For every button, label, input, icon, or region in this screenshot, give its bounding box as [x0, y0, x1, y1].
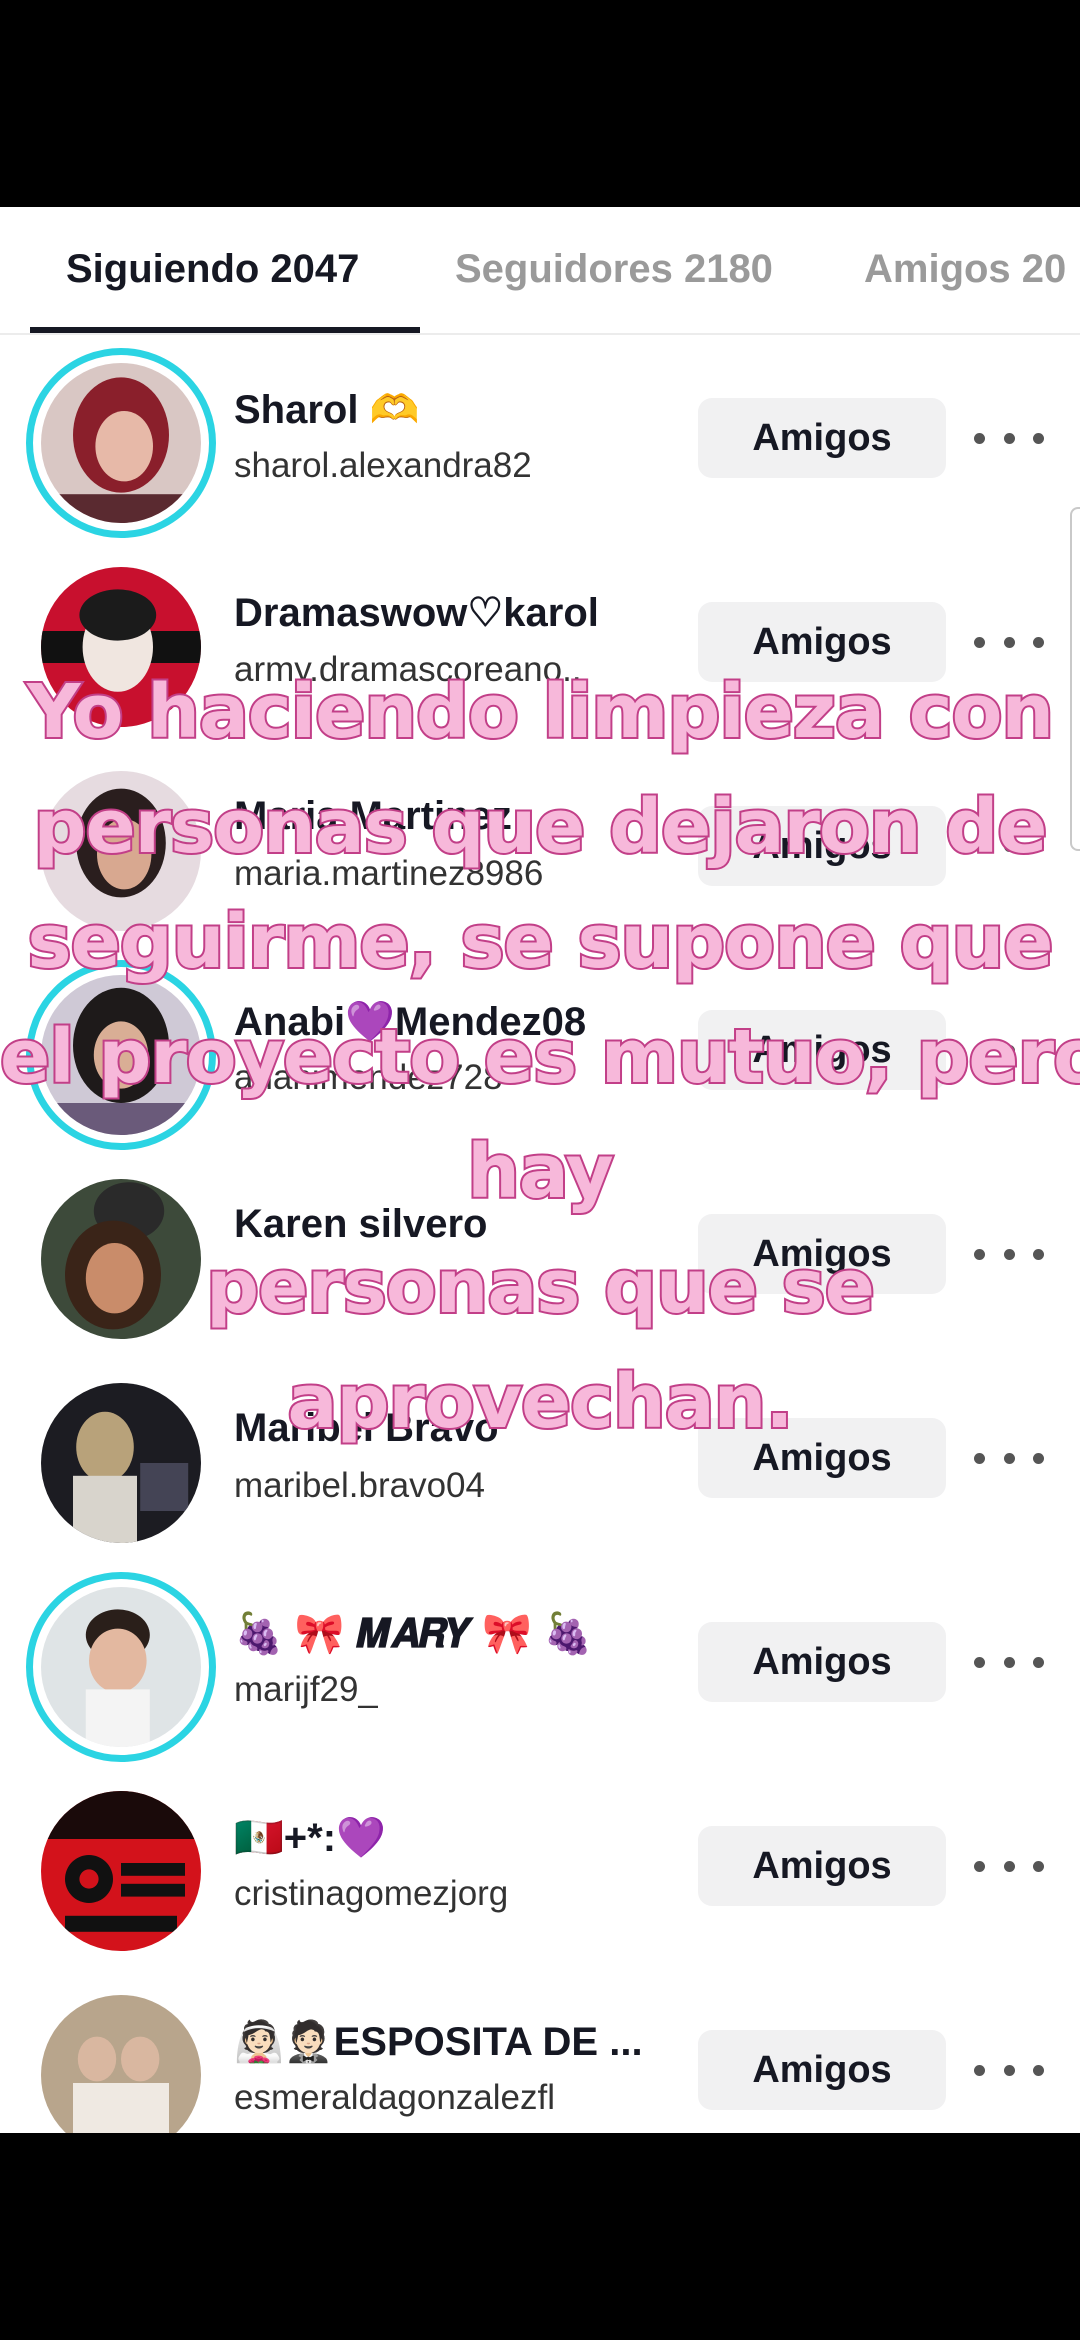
caption-overlay: Yo haciendo limpieza con personas que de…: [0, 655, 1080, 1460]
tab-friends[interactable]: Amigos 20: [864, 247, 1066, 292]
avatar[interactable]: [26, 348, 216, 538]
user-handle: sharol.alexandra82: [234, 446, 532, 485]
avatar[interactable]: [26, 1776, 216, 1966]
avatar[interactable]: [26, 1980, 216, 2133]
tab-following[interactable]: Siguiendo 2047: [66, 247, 359, 292]
caption-line: personas que dejaron de: [32, 782, 1050, 872]
friends-button[interactable]: Amigos: [698, 2030, 946, 2110]
caption-line: Yo haciendo limpieza con: [25, 667, 1056, 757]
friends-button[interactable]: Amigos: [698, 1622, 946, 1702]
tab-bar: Siguiendo 2047 Seguidores 2180 Amigos 20: [0, 207, 1080, 335]
caption-line: seguirme, se supone que: [26, 897, 1056, 987]
user-name: 🇲🇽+*:💜: [234, 1816, 386, 1860]
user-handle: cristinagomezjorg: [234, 1874, 509, 1913]
list-item[interactable]: 🇲🇽+*:💜 cristinagomezjorg Amigos: [0, 1766, 1080, 1970]
active-tab-indicator: [30, 327, 420, 333]
user-name: 🍇 🎀 𝑴𝑨𝑹𝒀 🎀 🍇: [234, 1612, 594, 1656]
user-handle: marijf29_: [234, 1670, 378, 1709]
more-options-icon[interactable]: [974, 2050, 1044, 2090]
user-handle: esmeraldagonzalezfl: [234, 2078, 556, 2117]
list-item[interactable]: 👰🏻🤵🏻ESPOSITA DE ... esmeraldagonzalezfl …: [0, 1970, 1080, 2133]
user-name: 👰🏻🤵🏻ESPOSITA DE ...: [234, 2020, 643, 2064]
video-frame: Siguiendo 2047 Seguidores 2180 Amigos 20…: [0, 0, 1080, 2340]
caption-line: personas que se: [204, 1242, 877, 1332]
user-handle: maribel.bravo04: [234, 1466, 485, 1505]
friends-button[interactable]: Amigos: [698, 398, 946, 478]
list-item[interactable]: Sharol 🫶 sharol.alexandra82 Amigos: [0, 338, 1080, 542]
user-name: Sharol 🫶: [234, 388, 420, 432]
caption-line: aprovechan.: [286, 1357, 796, 1447]
more-options-icon[interactable]: [974, 1642, 1044, 1682]
more-options-icon[interactable]: [974, 1846, 1044, 1886]
friends-button[interactable]: Amigos: [698, 1826, 946, 1906]
list-item[interactable]: 🍇 🎀 𝑴𝑨𝑹𝒀 🎀 🍇 marijf29_ Amigos: [0, 1562, 1080, 1766]
more-options-icon[interactable]: [974, 418, 1044, 458]
caption-line: hay: [465, 1127, 616, 1217]
caption-line: el proyecto es mutuo, pero: [0, 1012, 1080, 1102]
avatar[interactable]: [26, 1572, 216, 1762]
user-name: Dramaswow♡karol: [234, 591, 599, 635]
tab-followers[interactable]: Seguidores 2180: [455, 247, 773, 292]
